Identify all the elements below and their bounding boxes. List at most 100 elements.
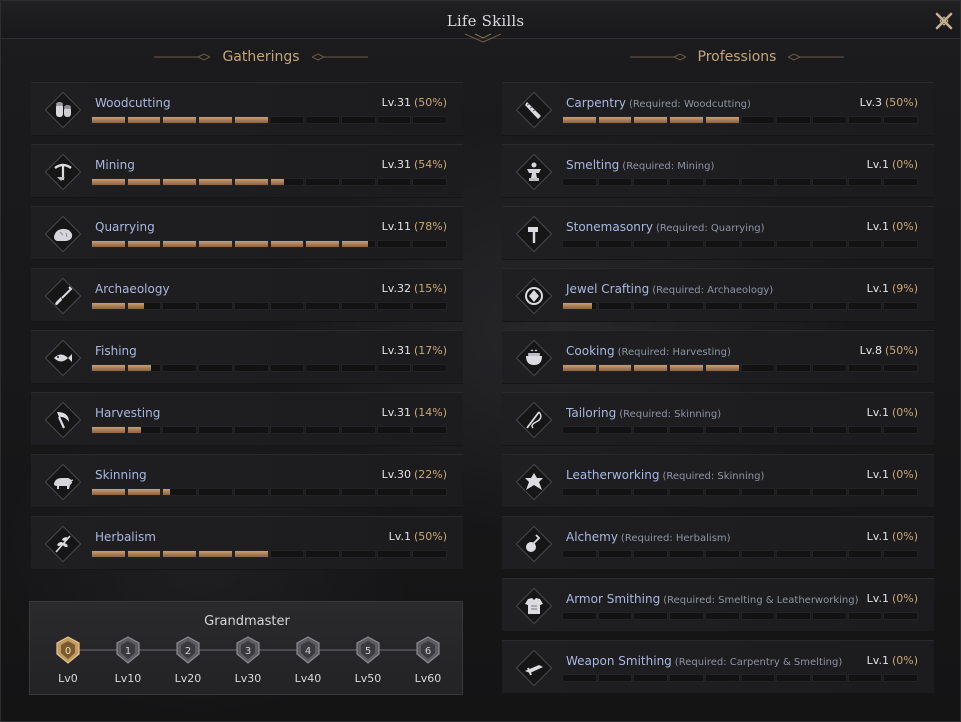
skill-icon-frame <box>515 91 553 129</box>
grandmaster-tier-3[interactable]: 3 <box>233 635 263 665</box>
skill-name-label: Quarrying <box>95 220 155 234</box>
skill-level-percent: (78%) <box>413 220 447 233</box>
skill-name-label: Carpentry <box>566 96 627 110</box>
skill-level-value: Lv.30 <box>381 468 411 481</box>
anvil-icon <box>527 162 541 181</box>
progress-bar <box>562 488 919 496</box>
skill-row-smelting[interactable]: Smelting (Required: Mining) Lv.1 (0%) <box>502 144 934 198</box>
skill-name: Quarrying <box>95 220 155 234</box>
skill-level-value: Lv.31 <box>381 344 411 357</box>
tier-numeral: 5 <box>365 646 371 657</box>
grandmaster-panel: Grandmaster 0 Lv0 1 Lv10 2 Lv20 3 Lv30 4 Lv40 5 Lv5… <box>29 601 463 695</box>
progress-segment <box>633 240 669 248</box>
skill-row-alchemy[interactable]: Alchemy (Required: Herbalism) Lv.1 (0%) <box>502 516 934 570</box>
progress-bar <box>562 550 919 558</box>
tier-level-label: Lv40 <box>294 672 322 685</box>
progress-segment <box>269 240 305 248</box>
skill-row-tailoring[interactable]: Tailoring (Required: Skinning) Lv.1 (0%) <box>502 392 934 446</box>
progress-segment <box>269 302 305 310</box>
skill-row-leatherworking[interactable]: Leatherworking (Required: Skinning) Lv.1 (0… <box>502 454 934 508</box>
skill-requirement: (Required: Skinning) <box>662 471 765 482</box>
progress-segment <box>233 178 269 186</box>
progress-segment <box>340 302 376 310</box>
progress-segment <box>847 302 883 310</box>
skill-row-archaeology[interactable]: Archaeology Lv.32 (15%) <box>31 268 463 322</box>
progress-segment <box>412 488 448 496</box>
skill-level-percent: (0%) <box>891 406 918 419</box>
progress-segment <box>198 550 233 558</box>
skill-level-percent: (0%) <box>891 654 918 667</box>
progress-segment <box>669 426 704 434</box>
progress-segment <box>162 364 198 372</box>
skill-row-weapon-smithing[interactable]: Weapon Smithing (Required: Carpentry & Sm… <box>502 640 934 694</box>
skill-level: Lv.31 (17%) <box>382 344 447 357</box>
progress-segment <box>412 178 448 186</box>
skill-level-value: Lv.11 <box>381 220 411 233</box>
skill-level: Lv.32 (15%) <box>382 282 447 295</box>
skill-level-percent: (50%) <box>413 96 447 109</box>
progress-segment <box>126 116 162 124</box>
progress-segment <box>776 612 811 620</box>
skill-row-cooking[interactable]: Cooking (Required: Harvesting) Lv.8 (50%) <box>502 330 934 384</box>
skill-row-carpentry[interactable]: Carpentry (Required: Woodcutting) Lv.3 (50%… <box>502 82 934 136</box>
grandmaster-tier-5[interactable]: 5 <box>353 635 383 665</box>
progress-segment <box>162 488 198 496</box>
progress-bar <box>562 426 919 434</box>
grandmaster-tier-2[interactable]: 2 <box>173 635 203 665</box>
progress-segment <box>633 550 669 558</box>
skill-row-jewel-crafting[interactable]: Jewel Crafting (Required: Archaeology) Lv.… <box>502 268 934 322</box>
skill-level-value: Lv.3 <box>859 96 882 109</box>
progress-segment <box>340 178 376 186</box>
progress-segment <box>776 488 811 496</box>
tier-badge-icon: 2 <box>176 636 200 664</box>
skill-icon-frame <box>515 215 553 253</box>
progress-segment <box>126 488 162 496</box>
skill-level: Lv.1 (0%) <box>867 592 918 605</box>
progress-segment <box>376 426 412 434</box>
grandmaster-tier-1[interactable]: 1 <box>113 635 143 665</box>
skill-row-woodcutting[interactable]: Woodcutting Lv.31 (50%) <box>31 82 463 136</box>
skill-row-fishing[interactable]: Fishing Lv.31 (17%) <box>31 330 463 384</box>
skill-row-skinning[interactable]: Skinning Lv.30 (22%) <box>31 454 463 508</box>
progress-bar <box>562 302 919 310</box>
progress-segment <box>633 302 669 310</box>
skill-row-armor-smithing[interactable]: Armor Smithing (Required: Smelting & Leat… <box>502 578 934 632</box>
progress-segment <box>269 116 305 124</box>
shovel-icon <box>55 286 73 305</box>
progress-segment <box>198 488 233 496</box>
skill-name-label: Fishing <box>95 344 137 358</box>
progress-segment <box>811 364 847 372</box>
close-button[interactable] <box>932 9 956 33</box>
skill-row-mining[interactable]: Mining Lv.31 (54%) <box>31 144 463 198</box>
tier-level-label: Lv20 <box>174 672 202 685</box>
progress-segment <box>883 612 919 620</box>
progress-segment <box>883 550 919 558</box>
tier-badge-icon: 0 <box>56 636 80 664</box>
skill-row-herbalism[interactable]: Herbalism Lv.1 (50%) <box>31 516 463 570</box>
skill-level-percent: (0%) <box>891 158 918 171</box>
grandmaster-tier-4[interactable]: 4 <box>293 635 323 665</box>
skill-level-percent: (50%) <box>884 344 918 357</box>
grandmaster-tier-6[interactable]: 6 <box>413 635 443 665</box>
progress-bar <box>562 612 919 620</box>
progress-segment <box>233 488 269 496</box>
progress-segment <box>412 364 448 372</box>
progress-segment <box>91 364 126 372</box>
skill-icon-frame <box>44 153 82 191</box>
skill-name: Carpentry (Required: Woodcutting) <box>566 96 751 110</box>
progress-segment <box>847 612 883 620</box>
progress-segment <box>847 488 883 496</box>
skill-row-stonemasonry[interactable]: Stonemasonry (Required: Quarrying) Lv.1 (0%… <box>502 206 934 260</box>
progress-segment <box>562 364 597 372</box>
skill-row-harvesting[interactable]: Harvesting Lv.31 (14%) <box>31 392 463 446</box>
grandmaster-tier-0[interactable]: 0 <box>53 635 83 665</box>
progress-segment <box>811 178 847 186</box>
skill-level-value: Lv.31 <box>381 96 411 109</box>
skill-row-quarrying[interactable]: Quarrying Lv.11 (78%) <box>31 206 463 260</box>
progress-segment <box>597 550 633 558</box>
progress-segment <box>776 550 811 558</box>
progress-segment <box>376 550 412 558</box>
progress-segment <box>740 302 776 310</box>
skill-level-percent: (14%) <box>413 406 447 419</box>
progress-segment <box>126 302 162 310</box>
